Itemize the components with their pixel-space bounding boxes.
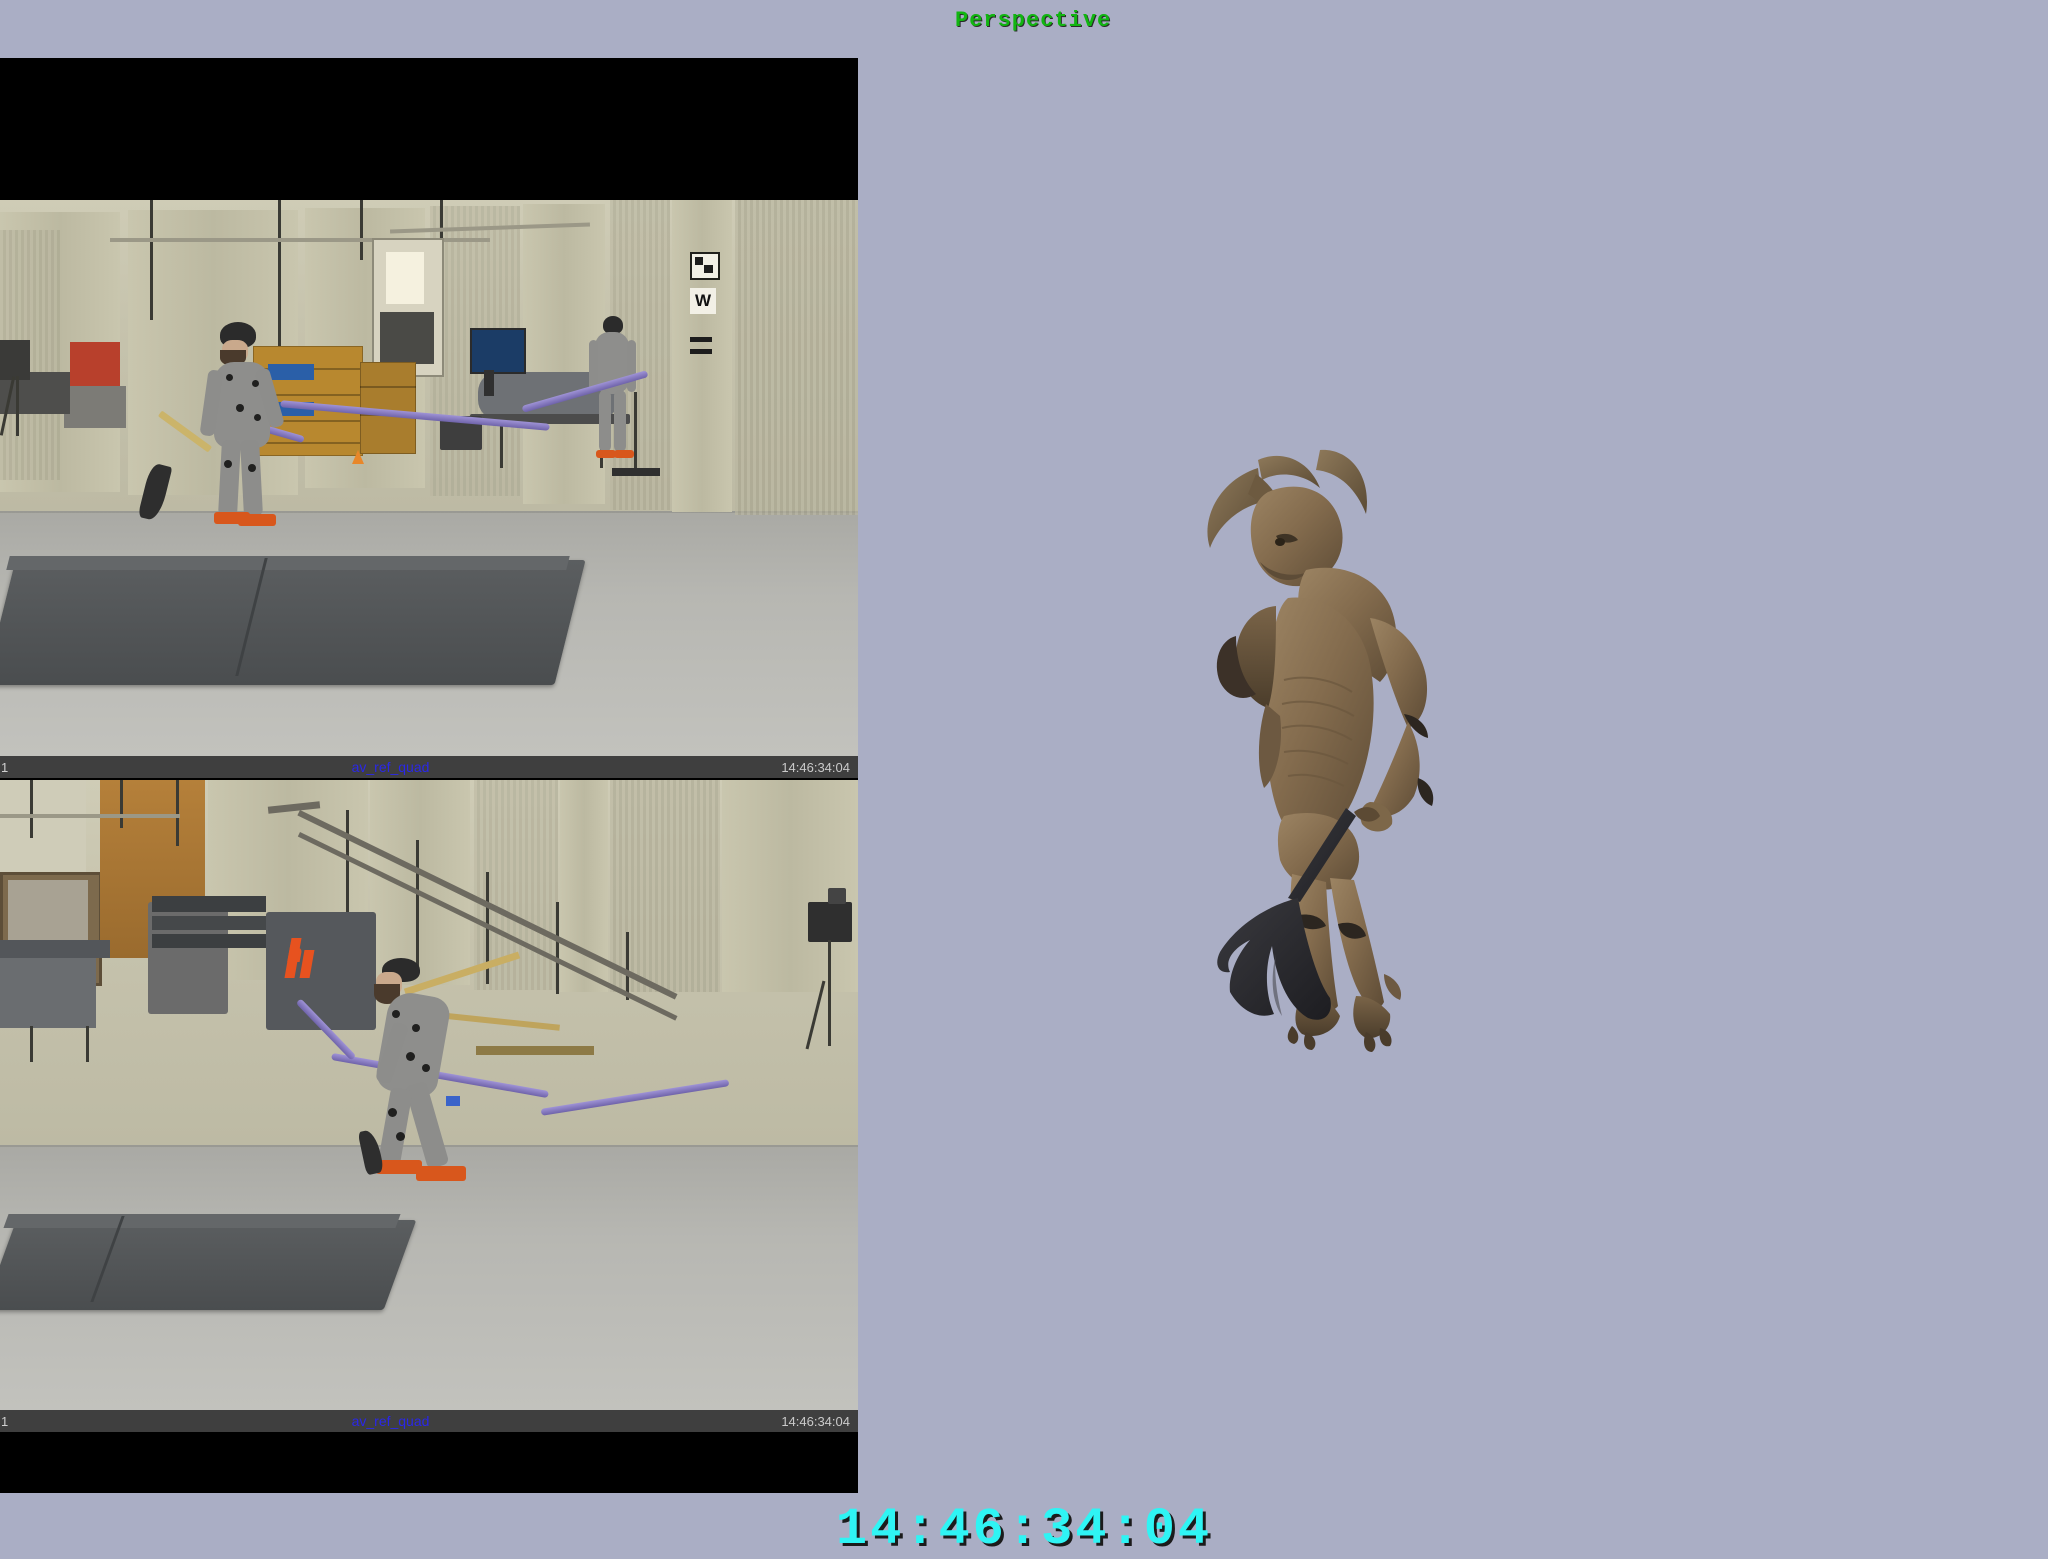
stacked-mats <box>152 934 266 948</box>
performer-foreground <box>360 958 510 1248</box>
exit-sign-icon <box>690 252 720 280</box>
tool-cart <box>70 342 120 388</box>
marker-cone <box>352 450 364 464</box>
camera-body <box>808 902 852 942</box>
wall-mark <box>690 337 712 342</box>
cart-base <box>64 386 126 428</box>
wall-panel <box>672 200 732 512</box>
stand-base <box>612 468 660 476</box>
reference-video-panel-top[interactable]: W <box>0 58 858 780</box>
truss-post <box>416 840 419 974</box>
wall-panel <box>370 780 470 985</box>
character-render[interactable] <box>1180 430 1510 1070</box>
camera-number-bottom: 1 <box>0 1414 81 1429</box>
camera-top <box>828 888 846 904</box>
ceiling-rod <box>150 200 153 320</box>
video-statusbar-top: 1 av_ref_quad 14:46:34:04 <box>0 756 858 778</box>
ceiling-rod <box>120 780 123 828</box>
video-statusbar-bottom: 1 av_ref_quad 14:46:34:04 <box>0 1410 858 1432</box>
bench-leg <box>30 1026 33 1062</box>
viewport-stage: Perspective <box>0 0 2048 1556</box>
stacked-mats <box>152 896 266 912</box>
camera-number-top: 1 <box>0 760 81 775</box>
performer-foreground <box>196 322 326 528</box>
ceiling-rod <box>30 780 33 838</box>
crash-mat <box>0 560 586 685</box>
w-sign-icon: W <box>690 288 716 314</box>
letterbox-bottom <box>0 1432 858 1493</box>
stacked-mats <box>152 916 266 930</box>
stand-pole <box>634 392 637 474</box>
panel-timecode-bottom: 14:46:34:04 <box>700 1414 858 1429</box>
tripod-head <box>0 340 30 380</box>
prop-axe-blade <box>358 1129 385 1176</box>
ceiling-rod <box>176 780 179 846</box>
wall-mark <box>690 349 712 354</box>
monitor-stand <box>484 370 494 396</box>
studio-scene-bottom: ʰ <box>0 780 858 1410</box>
tripod-leg <box>16 376 19 436</box>
ceiling-beam <box>0 814 180 818</box>
reference-video-column: W <box>0 58 858 1493</box>
reference-video-panel-bottom[interactable]: ʰ <box>0 780 858 1493</box>
video-frame-top: W <box>0 200 858 756</box>
studio-scene-top: W <box>0 200 858 756</box>
bench-leg <box>86 1026 89 1062</box>
door-shadow <box>380 312 434 364</box>
table-surface <box>0 940 110 958</box>
table-leg <box>500 422 503 468</box>
crash-mat <box>0 1220 416 1310</box>
truss-post <box>626 932 629 1000</box>
monitor-screen <box>470 328 526 374</box>
viewport-label[interactable]: Perspective <box>955 8 1111 33</box>
door-light <box>386 252 424 304</box>
clip-name-top: av_ref_quad <box>81 759 700 775</box>
bench <box>0 958 96 1028</box>
panel-timecode-top: 14:46:34:04 <box>700 760 858 775</box>
demon-character-svg <box>1180 430 1510 1070</box>
crash-mat-top <box>6 556 569 570</box>
truss-post <box>556 902 559 994</box>
letterbox-top <box>0 58 858 200</box>
video-frame-bottom: ʰ <box>0 780 858 1410</box>
wall-panel <box>722 780 858 992</box>
camera-tripod <box>828 940 831 1046</box>
crash-mat-top <box>3 1214 400 1228</box>
wall-rib <box>735 200 858 515</box>
master-timecode: 14:46:34:04 <box>0 1500 2048 1559</box>
ceiling-rod <box>360 200 363 260</box>
clip-name-bottom: av_ref_quad <box>81 1413 700 1429</box>
